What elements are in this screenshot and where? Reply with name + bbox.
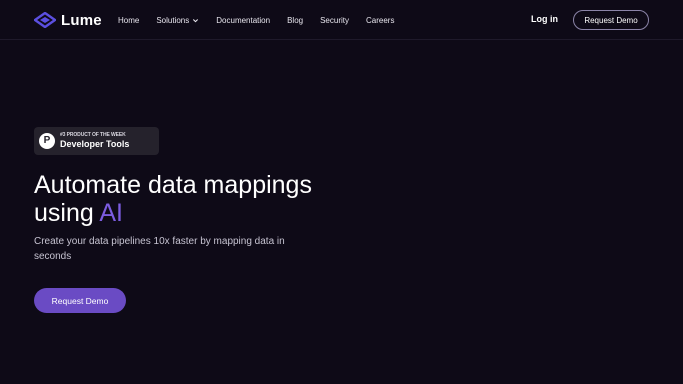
hero-subtitle: Create your data pipelines 10x faster by… [34, 236, 285, 262]
nav-link-careers[interactable]: Careers [366, 16, 394, 25]
chevron-down-icon [193, 18, 199, 22]
hero-headline-highlight: AI [99, 199, 123, 227]
badge-category-text: Developer Tools [60, 139, 130, 149]
brand-logo[interactable]: Lume [34, 11, 102, 29]
nav-link-solutions[interactable]: Solutions [156, 16, 199, 25]
product-hunt-badge[interactable]: P #3 PRODUCT OF THE WEEK Developer Tools [34, 127, 159, 155]
product-hunt-icon-letter: P [43, 135, 51, 146]
hero-headline-line2-prefix: using [34, 199, 100, 227]
nav-links: Home Solutions Documentation Blog Securi… [118, 0, 411, 40]
badge-text: #3 PRODUCT OF THE WEEK Developer Tools [60, 132, 129, 150]
nav-link-home[interactable]: Home [118, 16, 139, 25]
request-demo-button[interactable]: Request Demo [34, 288, 126, 313]
nav-link-security[interactable]: Security [320, 16, 349, 25]
badge-rank-text: #3 PRODUCT OF THE WEEK [60, 132, 126, 138]
product-hunt-icon: P [39, 133, 55, 149]
nav-link-blog[interactable]: Blog [287, 16, 303, 25]
brand-name: Lume [61, 11, 102, 29]
top-navbar: Lume Home Solutions Documentation Blog S… [0, 0, 683, 40]
request-demo-nav-button[interactable]: Request Demo [573, 10, 649, 30]
nav-link-solutions-label: Solutions [156, 15, 190, 25]
login-link[interactable]: Log in [531, 14, 558, 24]
hero-headline: Automate data mappings using AI [34, 171, 364, 227]
nav-link-documentation[interactable]: Documentation [216, 16, 270, 25]
hero-headline-line1: Automate data mappings [34, 171, 312, 199]
layered-diamond-icon [34, 12, 56, 28]
